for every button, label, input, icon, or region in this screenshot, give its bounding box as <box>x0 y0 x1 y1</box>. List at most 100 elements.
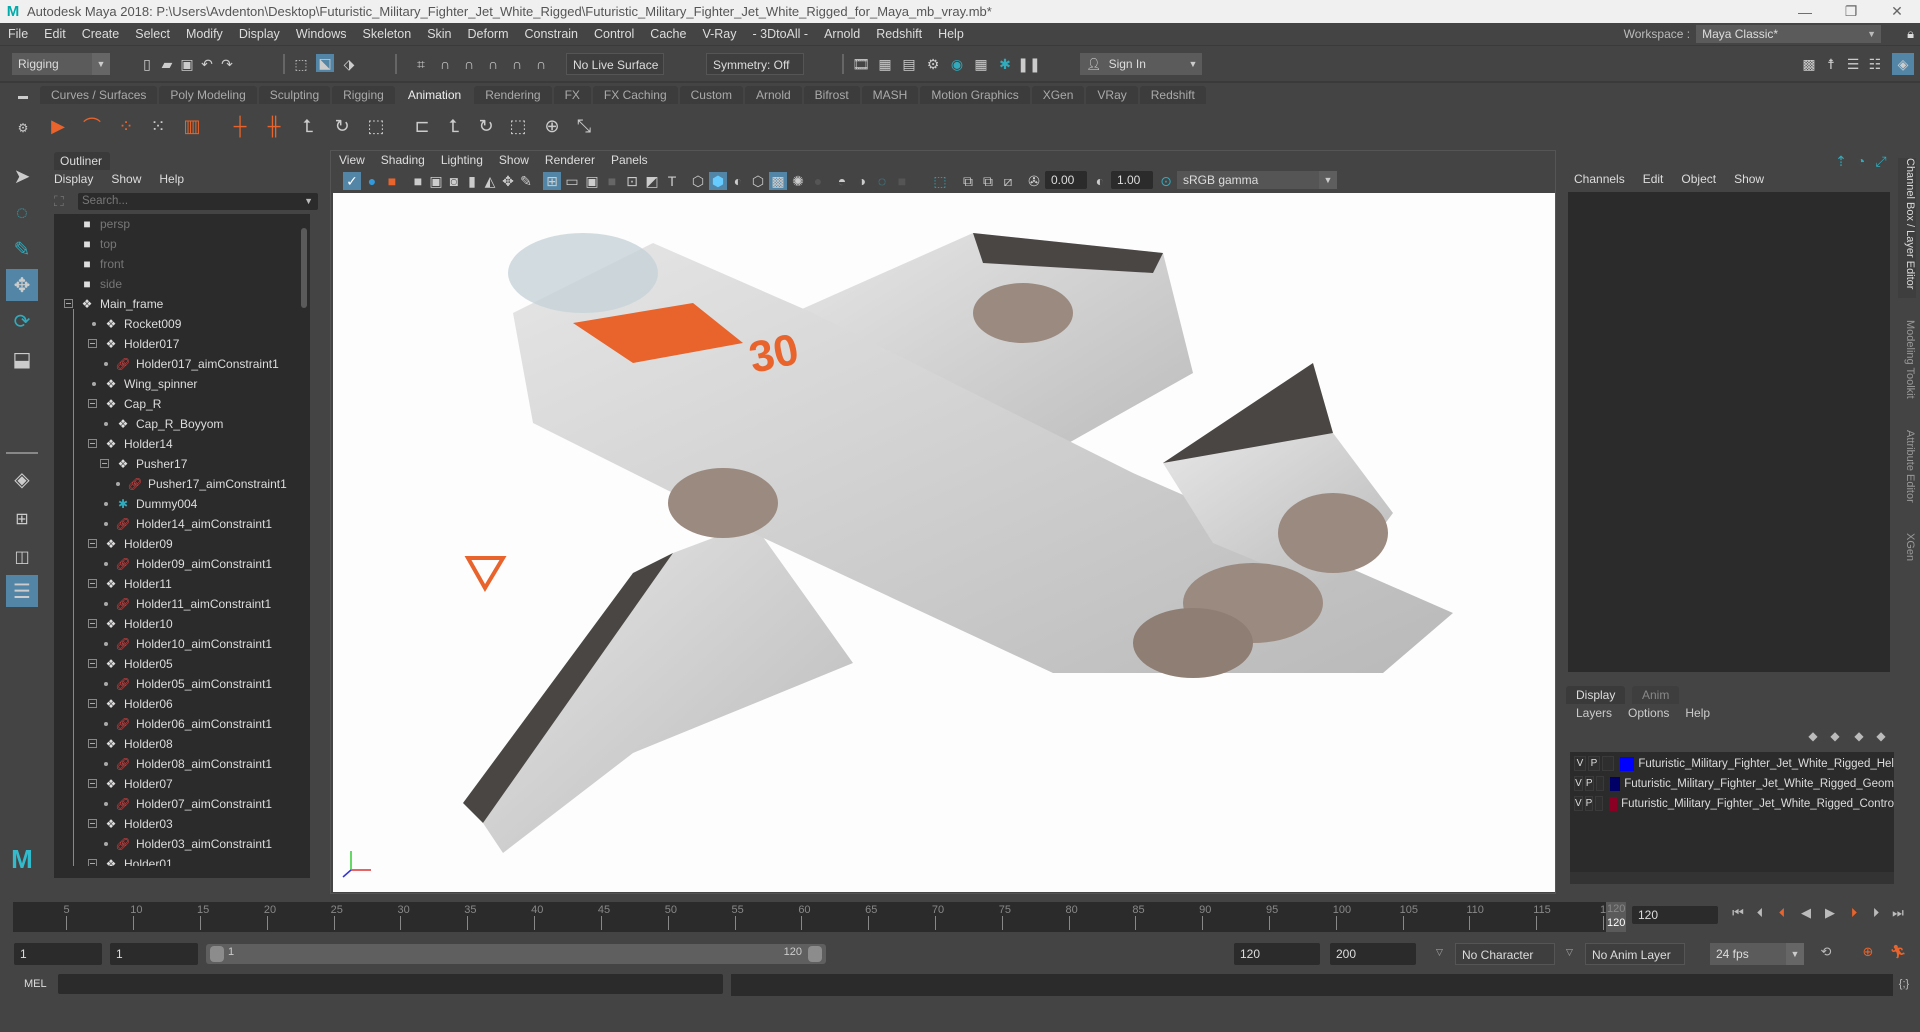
collapse-toggle[interactable] <box>88 579 97 588</box>
shelf-tab-motion-graphics[interactable]: Motion Graphics <box>920 86 1030 104</box>
outliner-item[interactable]: ❖ Holder06 <box>102 694 173 714</box>
render-view-icon[interactable]: 🎞︎ <box>852 55 870 73</box>
bookmark-icon[interactable]: ▮ <box>463 172 481 190</box>
shelf-tab-animation[interactable]: Animation <box>396 86 473 104</box>
menu-create[interactable]: Create <box>74 27 128 41</box>
snapshot-icon[interactable]: ◙ <box>445 172 463 190</box>
layer-menu-layers[interactable]: Layers <box>1576 706 1612 720</box>
auto-key-icon[interactable]: ⊕ <box>1858 942 1878 962</box>
outliner-item[interactable]: ❖ Holder14 <box>102 434 173 454</box>
step-forward-frame-icon[interactable]: ⏵ <box>1866 903 1886 923</box>
scale-constraint-icon[interactable]: ⬚ <box>504 113 532 139</box>
layer-menu-options[interactable]: Options <box>1628 706 1669 720</box>
collapse-toggle[interactable] <box>88 779 97 788</box>
outliner-item[interactable]: ❖ Main_frame <box>78 294 164 314</box>
lock-icon[interactable]: 🔒︎ <box>1887 26 1914 42</box>
step-forward-key-icon[interactable]: ⏵ <box>1844 903 1864 923</box>
filter-icon[interactable]: ⛶ <box>54 193 64 210</box>
layer-visibility-toggle[interactable]: V <box>1574 796 1583 811</box>
hypershade-icon[interactable]: ◉ <box>948 55 966 73</box>
persp-outliner-layout-icon[interactable]: ◫ <box>6 541 38 573</box>
move-manipulator-icon[interactable]: ⇡ <box>1832 152 1850 170</box>
shelf-tab-rigging[interactable]: Rigging <box>332 86 395 104</box>
pole-vector-icon[interactable]: ⤡ <box>570 113 598 139</box>
menu-vray[interactable]: V-Ray <box>694 27 744 41</box>
isolate-select-icon[interactable]: ⬚ <box>931 172 949 190</box>
shelf-tab-curves-surfaces[interactable]: Curves / Surfaces <box>40 86 158 104</box>
side-tab-modeling-toolkit[interactable]: Modeling Toolkit <box>1898 320 1916 410</box>
viewport-menu-show[interactable]: Show <box>491 153 537 167</box>
side-tab-xgen[interactable]: XGen <box>1898 533 1916 573</box>
snap-projected-center-icon[interactable]: ∩ <box>484 55 502 73</box>
menu-deform[interactable]: Deform <box>460 27 517 41</box>
outliner-item[interactable]: ❖ Wing_spinner <box>102 374 198 394</box>
safe-title-icon[interactable]: T <box>663 172 681 190</box>
attribute-editor-icon[interactable]: ☰ <box>1844 55 1862 73</box>
end-time-field[interactable]: 200 <box>1330 943 1416 965</box>
layer-visibility-toggle[interactable]: V <box>1574 756 1586 771</box>
save-scene-icon[interactable]: ▣ <box>178 55 196 73</box>
redo-icon[interactable]: ↷ <box>218 55 236 73</box>
outliner-item[interactable]: 🔗︎ Holder10_aimConstraint1 <box>114 634 272 654</box>
layer-display-type-toggle[interactable] <box>1595 796 1603 811</box>
menu-edit[interactable]: Edit <box>36 27 74 41</box>
go-to-end-icon[interactable]: ⏭ <box>1888 903 1908 923</box>
menu-redshift[interactable]: Redshift <box>868 27 930 41</box>
loop-icon[interactable]: ⟲ <box>1816 942 1836 962</box>
layer-color-swatch[interactable] <box>1610 776 1621 791</box>
outliner-item[interactable]: ✱ Dummy004 <box>114 494 197 514</box>
outliner-tab[interactable]: Outliner <box>54 152 110 170</box>
collapse-toggle[interactable] <box>88 659 97 668</box>
set-key-icon[interactable]: ┼ <box>226 113 254 139</box>
layer-row[interactable]: V P Futuristic_Military_Fighter_Jet_Whit… <box>1574 794 1894 813</box>
layer-playback-toggle[interactable]: P <box>1587 756 1600 771</box>
outliner-item[interactable]: 🔗︎ Holder14_aimConstraint1 <box>114 514 272 534</box>
outliner-vertical-scrollbar[interactable] <box>298 214 310 866</box>
ambient-occlusion-icon[interactable]: ◓ <box>833 172 851 190</box>
undo-icon[interactable]: ↶ <box>198 55 216 73</box>
bookmarks-icon[interactable]: ■ <box>383 172 401 190</box>
render-setup-icon[interactable]: ▦ <box>972 55 990 73</box>
menu-skin[interactable]: Skin <box>419 27 459 41</box>
outliner-item[interactable]: 🔗︎ Holder03_aimConstraint1 <box>114 834 272 854</box>
menu-cache[interactable]: Cache <box>642 27 694 41</box>
xray-active-icon[interactable]: ⧉ <box>979 172 997 190</box>
wireframe-on-shaded-icon[interactable]: ⬡ <box>749 172 767 190</box>
range-start-handle[interactable] <box>210 946 224 962</box>
scrollbar-thumb[interactable] <box>301 228 307 308</box>
single-perspective-layout-icon[interactable]: ◈ <box>6 463 38 495</box>
make-live-icon[interactable]: ∩ <box>532 55 550 73</box>
key-scale-icon[interactable]: ⬚ <box>362 113 390 139</box>
xray-joints-icon[interactable]: ⧄ <box>999 172 1017 190</box>
live-surface-field[interactable]: No Live Surface <box>566 53 664 75</box>
outliner-item[interactable]: 🔗︎ Holder05_aimConstraint1 <box>114 674 272 694</box>
shadows-icon[interactable]: ● <box>809 172 827 190</box>
open-scene-icon[interactable]: ▰ <box>158 55 176 73</box>
collapse-toggle[interactable] <box>88 339 97 348</box>
anim-layer-field[interactable]: No Anim Layer <box>1585 943 1685 965</box>
refresh-icon[interactable]: ◔ <box>1852 152 1870 170</box>
camera-attributes-icon[interactable]: ● <box>363 172 381 190</box>
depth-of-field-icon[interactable]: ■ <box>893 172 911 190</box>
aim-constraint-icon[interactable]: ⊕ <box>538 113 566 139</box>
view-transform-dropdown[interactable]: sRGB gamma ▼ <box>1177 171 1337 189</box>
select-camera-icon[interactable]: ✓ <box>343 172 361 190</box>
outliner-item[interactable]: ■ persp <box>78 214 130 234</box>
outliner-item[interactable]: ❖ Cap_R <box>102 394 162 414</box>
outliner-menu-display[interactable]: Display <box>54 172 93 186</box>
safe-action-icon[interactable]: ◩ <box>643 172 661 190</box>
collapse-toggle[interactable] <box>88 439 97 448</box>
shelf-tab-redshift[interactable]: Redshift <box>1139 86 1206 104</box>
menu-arnold[interactable]: Arnold <box>816 27 868 41</box>
shelf-tab-custom[interactable]: Custom <box>679 86 743 104</box>
lasso-tool-icon[interactable]: ◌ <box>6 197 38 229</box>
menu-3dtoall[interactable]: - 3DtoAll - <box>744 27 816 41</box>
layer-playback-toggle[interactable]: P <box>1584 796 1594 811</box>
color-management-toggle-icon[interactable]: ⊙ <box>1157 172 1175 190</box>
time-slider-strip[interactable]: 5 10 15 20 25 30 35 40 45 50 55 60 65 70 75 80 85 90 95 100… <box>13 902 1618 932</box>
move-layer-down-icon[interactable]: ◆ <box>1826 727 1844 745</box>
select-tool-icon[interactable]: ➤ <box>6 160 38 192</box>
paint-select-tool-icon[interactable]: ✎ <box>6 233 38 265</box>
key-rotate-icon[interactable]: ↻ <box>328 113 356 139</box>
outliner-item[interactable]: 🔗︎ Holder11_aimConstraint1 <box>114 594 271 614</box>
